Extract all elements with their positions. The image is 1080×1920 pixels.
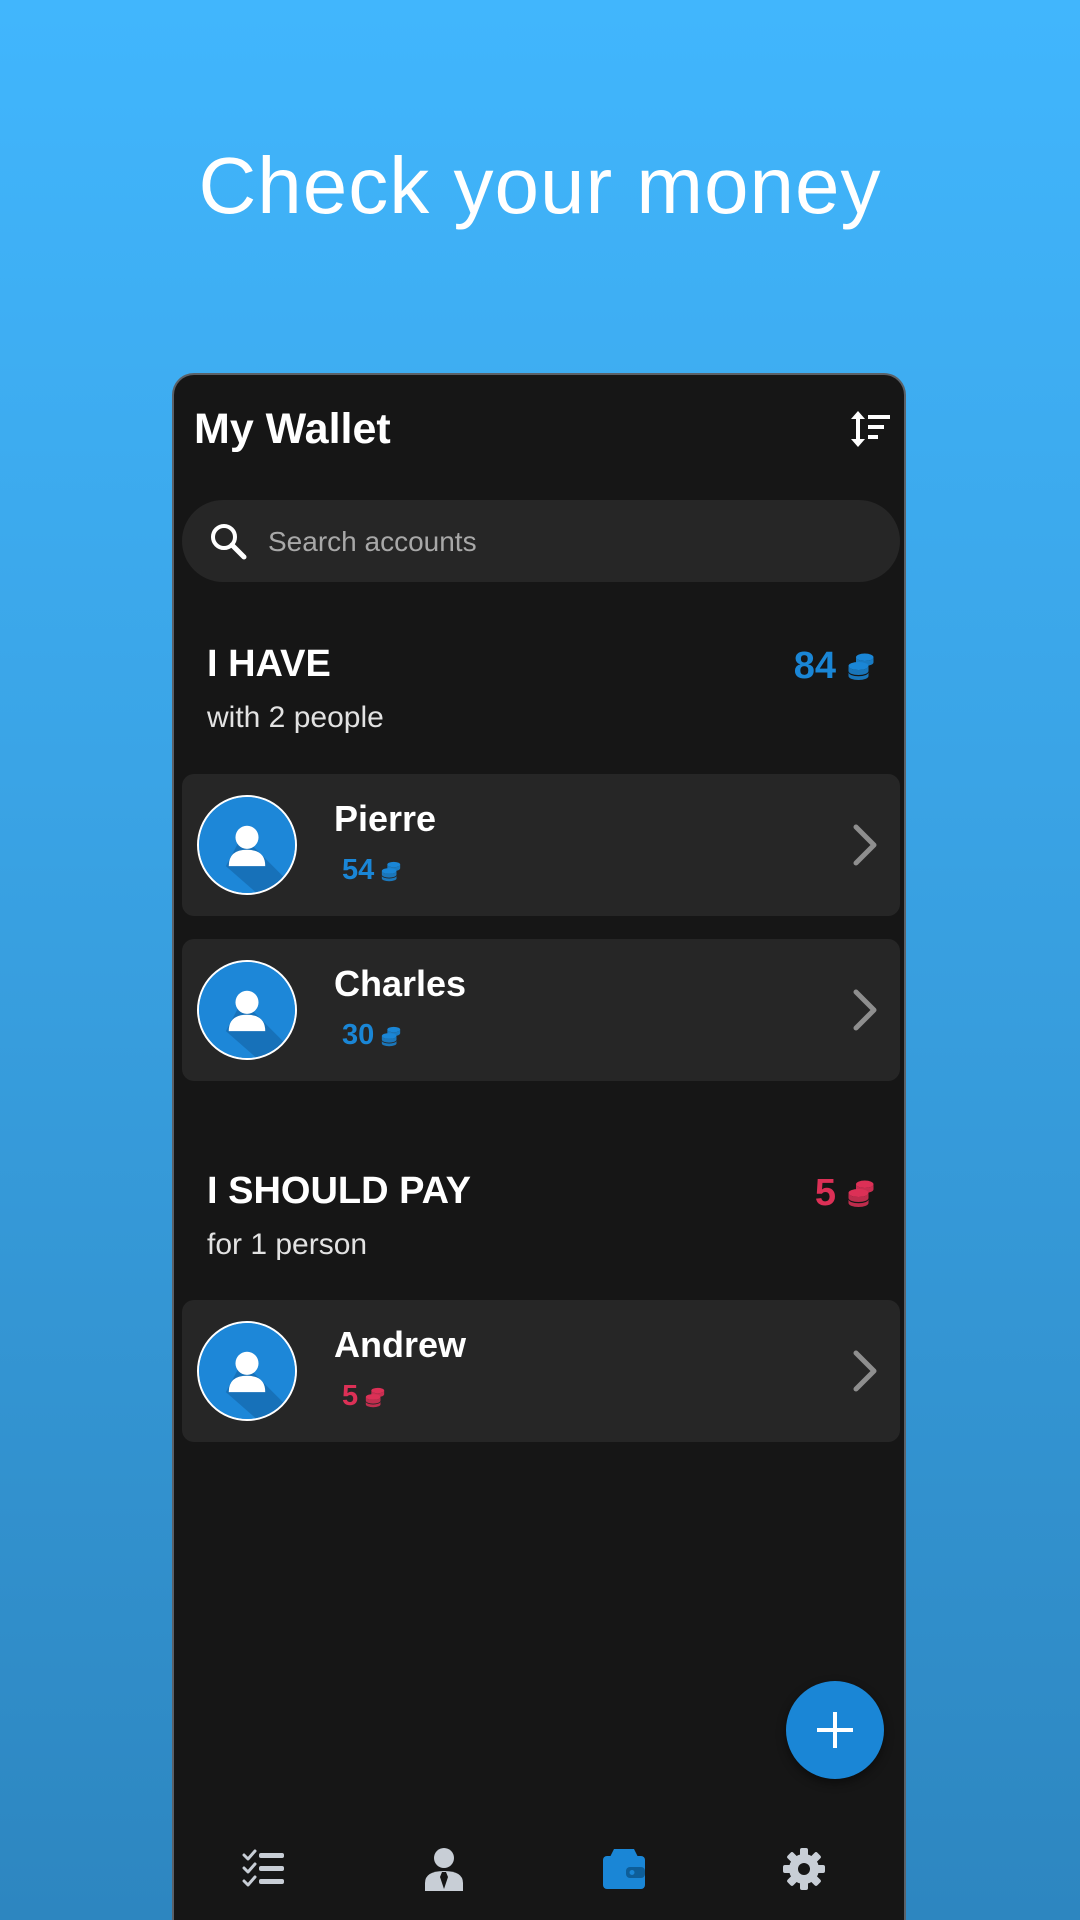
chevron-right-icon — [853, 824, 877, 866]
section-total-value: 5 — [814, 1171, 836, 1214]
nav-item-checklist[interactable] — [174, 1825, 354, 1920]
person-avatar-icon — [197, 960, 297, 1060]
checklist-icon — [242, 1849, 284, 1887]
section-title: I SHOULD PAY — [207, 1170, 471, 1212]
add-account-button[interactable] — [786, 1681, 884, 1779]
gear-icon — [783, 1848, 825, 1890]
chevron-right-icon — [853, 1350, 877, 1392]
coins-icon — [848, 1180, 874, 1207]
account-amount: 54 — [342, 854, 402, 887]
section-title: I HAVE — [207, 643, 331, 685]
account-card-charles[interactable]: Charles 30 — [182, 939, 900, 1081]
phone-screen: My Wallet I HAVE with 2 people 84 — [172, 373, 906, 1920]
section-i-should-pay-header: I SHOULD PAY for 1 person 5 — [174, 1170, 904, 1290]
chevron-right-icon — [853, 989, 877, 1031]
account-amount: 5 — [342, 1380, 386, 1413]
sort-icon[interactable] — [846, 405, 894, 453]
account-amount-value: 5 — [342, 1380, 359, 1412]
search-icon — [211, 524, 247, 560]
section-subtitle: with 2 people — [207, 701, 384, 734]
search-bar — [182, 500, 900, 584]
account-card-andrew[interactable]: Andrew 5 — [182, 1300, 900, 1442]
person-avatar-icon — [197, 795, 297, 895]
nav-item-people[interactable] — [354, 1825, 534, 1920]
section-total: 5 — [815, 1170, 876, 1216]
nav-item-wallet[interactable] — [534, 1825, 714, 1920]
coins-icon — [382, 861, 401, 881]
section-i-have-header: I HAVE with 2 people 84 — [174, 643, 904, 763]
account-amount: 30 — [342, 1019, 402, 1052]
account-card-pierre[interactable]: Pierre 54 — [182, 774, 900, 916]
app-title: My Wallet — [194, 405, 391, 453]
page-headline: Check your money — [198, 141, 882, 230]
section-subtitle: for 1 person — [207, 1228, 368, 1261]
coins-icon — [365, 1387, 385, 1407]
coins-icon — [382, 1026, 401, 1046]
bottom-navigation — [174, 1825, 904, 1920]
coins-icon — [848, 653, 874, 680]
person-tie-icon — [425, 1848, 463, 1891]
nav-item-settings[interactable] — [714, 1825, 894, 1920]
person-avatar-icon — [197, 1321, 297, 1421]
account-name: Charles — [334, 963, 467, 1004]
search-input[interactable] — [266, 500, 870, 584]
wallet-icon — [603, 1849, 645, 1889]
section-total: 84 — [794, 643, 876, 689]
account-amount-value: 54 — [342, 854, 375, 886]
plus-icon — [817, 1712, 853, 1748]
account-name: Pierre — [334, 798, 437, 839]
account-amount-value: 30 — [342, 1019, 375, 1051]
app-bar: My Wallet — [174, 375, 904, 485]
section-total-value: 84 — [793, 644, 836, 687]
account-name: Andrew — [334, 1324, 467, 1365]
